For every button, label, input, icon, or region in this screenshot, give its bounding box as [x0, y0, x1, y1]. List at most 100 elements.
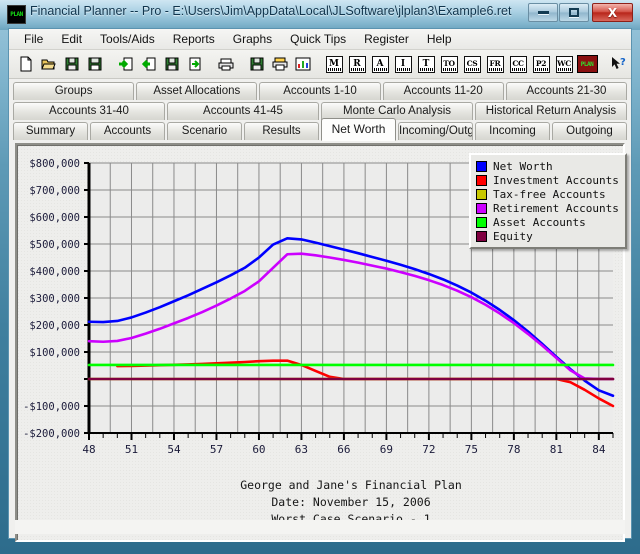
svg-text:84: 84: [592, 443, 606, 456]
tab-groups[interactable]: Groups: [13, 82, 134, 100]
tab-accounts-1-10[interactable]: Accounts 1-10: [259, 82, 380, 100]
menu-item-reports[interactable]: Reports: [164, 30, 224, 48]
tab-row-2: Accounts 31-40 Accounts 41-45 Monte Carl…: [13, 102, 627, 120]
export-button[interactable]: [138, 53, 160, 75]
svg-text:-$200,000: -$200,000: [23, 428, 80, 440]
print-button[interactable]: [215, 53, 237, 75]
svg-text:48: 48: [82, 443, 95, 456]
floppy-copy-icon: [164, 56, 180, 72]
menu-item-help[interactable]: Help: [418, 30, 461, 48]
printer-icon: [218, 56, 234, 72]
save-button[interactable]: [61, 53, 83, 75]
title-bar[interactable]: PLAN Financial Planner -- Pro - E:\Users…: [0, 0, 640, 28]
legend-item-net-worth: Net Worth: [476, 159, 619, 173]
document-export-icon: [187, 56, 203, 72]
plan-logo-label: PLAN: [581, 61, 593, 68]
svg-text:$800,000: $800,000: [29, 158, 80, 170]
legend-label-investment-accounts: Investment Accounts: [493, 174, 619, 187]
tab-panel: Groups Asset Allocations Accounts 1-10 A…: [9, 79, 631, 141]
net-worth-chart-panel: $800,000$700,000$600,000$500,000$400,000…: [15, 143, 625, 542]
tab-asset-allocations[interactable]: Asset Allocations: [136, 82, 257, 100]
tab-accounts-21-30[interactable]: Accounts 21-30: [506, 82, 627, 100]
legend-swatch-investment-accounts: [476, 175, 487, 186]
tab-accounts-11-20[interactable]: Accounts 11-20: [383, 82, 504, 100]
svg-text:$400,000: $400,000: [29, 266, 80, 278]
tab-accounts[interactable]: Accounts: [90, 122, 165, 140]
svg-text:66: 66: [337, 443, 350, 456]
legend-item-investment-accounts: Investment Accounts: [476, 173, 619, 187]
toolbar-letter-cs-button[interactable]: CS: [461, 53, 483, 75]
toolbar-letter-cc-label: CC: [512, 60, 523, 68]
toolbar-letter-i-button[interactable]: I: [392, 53, 414, 75]
legend-label-net-worth: Net Worth: [493, 160, 553, 173]
toolbar-letter-cc-button[interactable]: CC: [507, 53, 529, 75]
legend-item-equity: Equity: [476, 229, 619, 243]
toolbar-letter-cs-label: CS: [467, 60, 478, 68]
toolbar-letter-m-button[interactable]: M: [323, 53, 345, 75]
tab-incoming[interactable]: Incoming: [475, 122, 550, 140]
menu-item-graphs[interactable]: Graphs: [224, 30, 281, 48]
save-report-button[interactable]: [246, 53, 268, 75]
new-file-icon: [18, 56, 34, 72]
help-cursor-icon: ?: [610, 56, 627, 72]
toolbar-letter-r-button[interactable]: R: [346, 53, 368, 75]
toolbar-letter-t-button[interactable]: T: [415, 53, 437, 75]
legend-swatch-equity: [476, 231, 487, 242]
plan-logo-icon: PLAN: [577, 55, 598, 73]
toolbar-letter-wc-button[interactable]: WC: [553, 53, 575, 75]
context-help-button[interactable]: ?: [607, 53, 629, 75]
application-window: PLAN Financial Planner -- Pro - E:\Users…: [0, 0, 640, 554]
menu-bar: File Edit Tools/Aids Reports Graphs Quic…: [9, 29, 631, 50]
floppy-report-icon: [249, 56, 265, 72]
menu-item-quick-tips[interactable]: Quick Tips: [281, 30, 355, 48]
import-arrow-icon: [118, 56, 134, 72]
svg-text:57: 57: [210, 443, 223, 456]
toolbar-letter-to-button[interactable]: TO: [438, 53, 460, 75]
plan-logo-button[interactable]: PLAN: [576, 53, 598, 75]
svg-text:-$100,000: -$100,000: [23, 401, 80, 413]
print-graph-button[interactable]: [269, 53, 291, 75]
menu-item-tools-aids[interactable]: Tools/Aids: [91, 30, 164, 48]
application-icon: PLAN: [7, 5, 26, 24]
tab-accounts-41-45[interactable]: Accounts 41-45: [167, 102, 319, 120]
tab-net-worth[interactable]: Net Worth: [321, 118, 396, 141]
menu-item-file[interactable]: File: [15, 30, 52, 48]
minimize-icon: [529, 4, 557, 21]
minimize-button[interactable]: [528, 3, 558, 22]
svg-text:81: 81: [550, 443, 563, 456]
legend-swatch-tax-free-accounts: [476, 189, 487, 200]
tab-historical-return-analysis[interactable]: Historical Return Analysis: [475, 102, 627, 120]
import-button[interactable]: [115, 53, 137, 75]
floppy-disk-icon: [64, 56, 80, 72]
tab-outgoing[interactable]: Outgoing: [552, 122, 627, 140]
close-button[interactable]: X: [592, 3, 633, 22]
svg-text:75: 75: [465, 443, 478, 456]
close-icon: X: [593, 4, 632, 21]
tab-accounts-31-40[interactable]: Accounts 31-40: [13, 102, 165, 120]
floppy-disk-alt-icon: [87, 56, 103, 72]
toolbar-letter-r-label: R: [353, 60, 360, 69]
new-file-button[interactable]: [15, 53, 37, 75]
menu-item-edit[interactable]: Edit: [52, 30, 91, 48]
tab-summary[interactable]: Summary: [13, 122, 88, 140]
chart-view-button[interactable]: [292, 53, 314, 75]
toolbar: M R A I T TO CS FR CC P2 WC: [9, 50, 631, 79]
maximize-button[interactable]: [559, 3, 589, 22]
toolbar-letter-p2-label: P2: [536, 60, 546, 68]
open-file-button[interactable]: [38, 53, 60, 75]
tab-scenario[interactable]: Scenario: [167, 122, 242, 140]
svg-text:$600,000: $600,000: [29, 212, 80, 224]
svg-text:72: 72: [422, 443, 435, 456]
bar-chart-icon: [295, 56, 311, 72]
page-setup-button[interactable]: [184, 53, 206, 75]
tab-incoming-outgoing[interactable]: Incoming/Outgoing: [398, 122, 473, 140]
save-as-button[interactable]: [84, 53, 106, 75]
svg-text:$300,000: $300,000: [29, 293, 80, 305]
toolbar-letter-a-button[interactable]: A: [369, 53, 391, 75]
toolbar-letter-p2-button[interactable]: P2: [530, 53, 552, 75]
toolbar-letter-fr-button[interactable]: FR: [484, 53, 506, 75]
svg-text:51: 51: [125, 443, 138, 456]
tab-results[interactable]: Results: [244, 122, 319, 140]
menu-item-register[interactable]: Register: [355, 30, 418, 48]
save-copy-button[interactable]: [161, 53, 183, 75]
